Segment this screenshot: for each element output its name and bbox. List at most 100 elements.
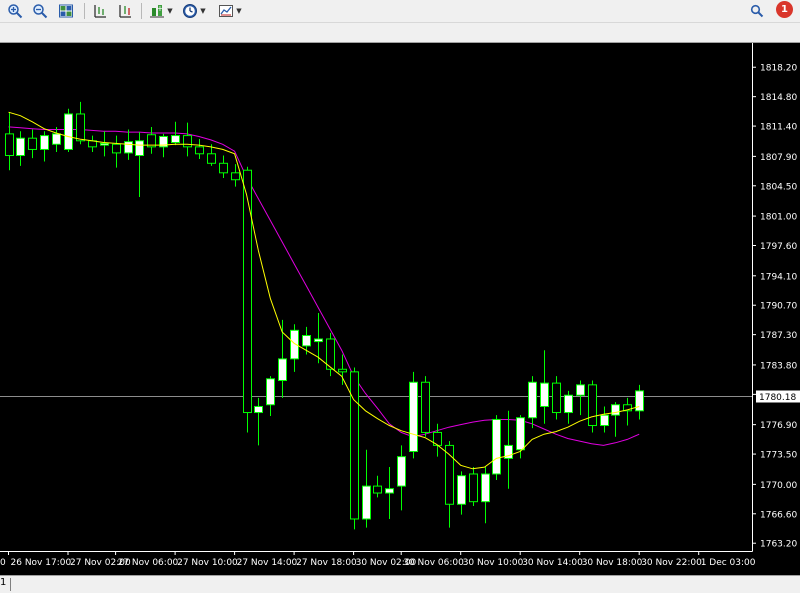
candle-body xyxy=(469,473,478,503)
candle-body xyxy=(600,414,609,427)
current-price-label: 1780.18 xyxy=(759,393,796,403)
x-tick-label: 30 Nov 22:00 xyxy=(641,558,702,568)
chevron-down-icon: ▼ xyxy=(167,6,173,15)
search-icon xyxy=(750,4,764,17)
search-button[interactable] xyxy=(748,1,766,20)
zoom-out-icon xyxy=(33,3,48,18)
y-tick-label: 1814.80 xyxy=(760,93,797,103)
periodicity-button[interactable]: ▼ xyxy=(181,1,207,20)
candle-body xyxy=(552,382,561,414)
x-tick-label: 26 Nov 17:00 xyxy=(11,558,72,568)
axis-group: 1818.20 1814.80 1811.40 1807.90 1804.50 1801.… xyxy=(0,43,800,568)
candle-body xyxy=(373,485,382,494)
tile-windows-button[interactable] xyxy=(57,1,75,20)
y-tick-label: 1794.10 xyxy=(760,272,797,282)
candle-body xyxy=(207,153,216,164)
y-tick-label: 1787.30 xyxy=(760,331,797,341)
candle-body xyxy=(100,142,109,146)
y-tick-label: 1797.60 xyxy=(760,242,797,252)
candle-body xyxy=(219,162,228,174)
candle-body xyxy=(528,381,537,419)
x-tick-label: 30 Nov 10:00 xyxy=(463,558,524,568)
x-tick-label-partial: 0 xyxy=(0,558,6,568)
candle-body xyxy=(588,384,597,427)
candle-body xyxy=(5,133,14,157)
candle-body xyxy=(112,143,121,154)
autoscroll-button[interactable] xyxy=(116,1,134,20)
y-tick-label: 1766.60 xyxy=(760,510,797,520)
candle-body xyxy=(124,141,133,154)
candle-body xyxy=(266,378,275,406)
candles-group xyxy=(5,101,644,530)
candle-body xyxy=(635,390,644,412)
candle-body xyxy=(231,172,240,181)
candle-body xyxy=(254,405,263,414)
y-tick-label: 1804.50 xyxy=(760,182,797,192)
period-separators-button[interactable] xyxy=(91,1,109,20)
notifications-badge[interactable]: 1 xyxy=(776,1,793,18)
candle-body xyxy=(135,140,144,157)
candle-body xyxy=(40,135,49,150)
candle-body xyxy=(540,382,549,407)
template-icon xyxy=(219,4,234,17)
x-tick-label: 27 Nov 10:00 xyxy=(177,558,238,568)
candle-body xyxy=(385,488,394,494)
candle-body xyxy=(171,135,180,144)
indicator-add-icon: + xyxy=(150,4,165,17)
candle-body xyxy=(243,169,252,414)
chart-tab-index[interactable]: 1 xyxy=(0,577,6,588)
templates-button[interactable]: ▼ xyxy=(217,1,243,20)
y-tick-label: 1770.00 xyxy=(760,481,797,491)
candle-body xyxy=(492,418,501,475)
candle-body xyxy=(362,485,371,520)
candle-body xyxy=(564,394,573,414)
y-tick-label: 1763.20 xyxy=(760,540,797,550)
secondary-toolbar xyxy=(0,23,800,43)
chart-tabs-bar: 1 xyxy=(0,575,800,593)
y-tick-label: 1807.90 xyxy=(760,153,797,163)
candle-body xyxy=(421,381,430,433)
x-tick-label: 30 Nov 06:00 xyxy=(403,558,464,568)
y-tick-label: 1790.70 xyxy=(760,302,797,312)
chevron-down-icon: ▼ xyxy=(236,6,242,15)
zoom-in-button[interactable] xyxy=(6,1,24,20)
candle-body xyxy=(457,475,466,505)
candle-body xyxy=(481,473,490,503)
x-tick-label: 30 Nov 14:00 xyxy=(522,558,583,568)
toolbar-separator xyxy=(141,3,142,19)
candle-body xyxy=(64,113,73,150)
grid-icon xyxy=(59,4,73,17)
candle-body xyxy=(28,137,37,150)
candle-body xyxy=(350,371,359,520)
indicators-button[interactable]: + ▼ xyxy=(148,1,174,20)
chevron-down-icon: ▼ xyxy=(200,6,206,15)
x-tick-label: 27 Nov 06:00 xyxy=(118,558,179,568)
candle-body xyxy=(76,113,85,142)
price-chart-svg: 1818.20 1814.80 1811.40 1807.90 1804.50 1801.… xyxy=(0,43,800,568)
candle-body xyxy=(16,137,25,157)
y-tick-label: 1811.40 xyxy=(760,123,797,133)
x-tick-label: 1 Dec 03:00 xyxy=(701,558,756,568)
y-tick-label: 1818.20 xyxy=(760,64,797,74)
svg-text:+: + xyxy=(157,4,164,13)
candle-body xyxy=(52,133,61,145)
candle-body xyxy=(576,384,585,396)
toolbar-separator xyxy=(84,3,85,19)
x-tick-label: 27 Nov 18:00 xyxy=(296,558,357,568)
y-tick-label: 1801.00 xyxy=(760,213,797,223)
zoom-in-icon xyxy=(8,3,23,18)
zoom-out-button[interactable] xyxy=(31,1,49,20)
y-tick-label: 1773.50 xyxy=(760,451,797,461)
candle-body xyxy=(183,135,192,148)
candle-body xyxy=(409,381,418,452)
period-separator-icon xyxy=(94,4,106,18)
candle-body xyxy=(314,338,323,343)
candle-body xyxy=(195,146,204,155)
autoscroll-icon xyxy=(119,4,131,18)
x-tick-label: 30 Nov 18:00 xyxy=(582,558,643,568)
candle-body xyxy=(516,417,525,451)
y-tick-label: 1783.80 xyxy=(760,361,797,371)
toolbar: + ▼ ▼ ▼ 1 xyxy=(0,0,800,23)
price-chart[interactable]: 1818.20 1814.80 1811.40 1807.90 1804.50 1801.… xyxy=(0,43,800,575)
candle-body xyxy=(278,358,287,382)
